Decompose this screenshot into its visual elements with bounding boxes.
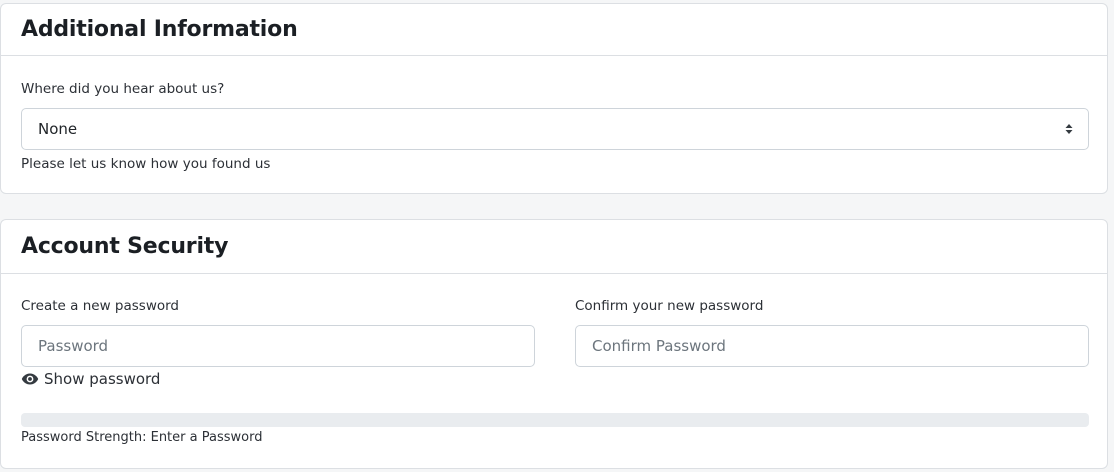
account-security-header: Account Security: [1, 220, 1107, 274]
additional-information-title: Additional Information: [21, 17, 298, 42]
sort-caret-icon: [1065, 124, 1073, 134]
account-security-card: Account Security Create a new password C…: [0, 219, 1108, 469]
referral-select[interactable]: None: [21, 108, 1089, 150]
additional-information-card: Additional Information Where did you hea…: [0, 3, 1108, 194]
referral-select-value: None: [38, 120, 78, 138]
show-password-label: Show password: [44, 370, 161, 388]
account-security-title: Account Security: [21, 234, 229, 259]
referral-help-text: Please let us know how you found us: [21, 156, 271, 172]
referral-label: Where did you hear about us?: [21, 81, 225, 97]
confirm-password-label: Confirm your new password: [575, 298, 764, 314]
eye-icon: [21, 373, 39, 385]
password-strength-bar: [21, 413, 1089, 427]
show-password-toggle[interactable]: Show password: [21, 370, 160, 388]
new-password-label: Create a new password: [21, 298, 179, 314]
additional-information-header: Additional Information: [1, 4, 1107, 56]
password-strength-text: Password Strength: Enter a Password: [21, 430, 263, 445]
new-password-input[interactable]: [21, 325, 535, 367]
confirm-password-input[interactable]: [575, 325, 1089, 367]
